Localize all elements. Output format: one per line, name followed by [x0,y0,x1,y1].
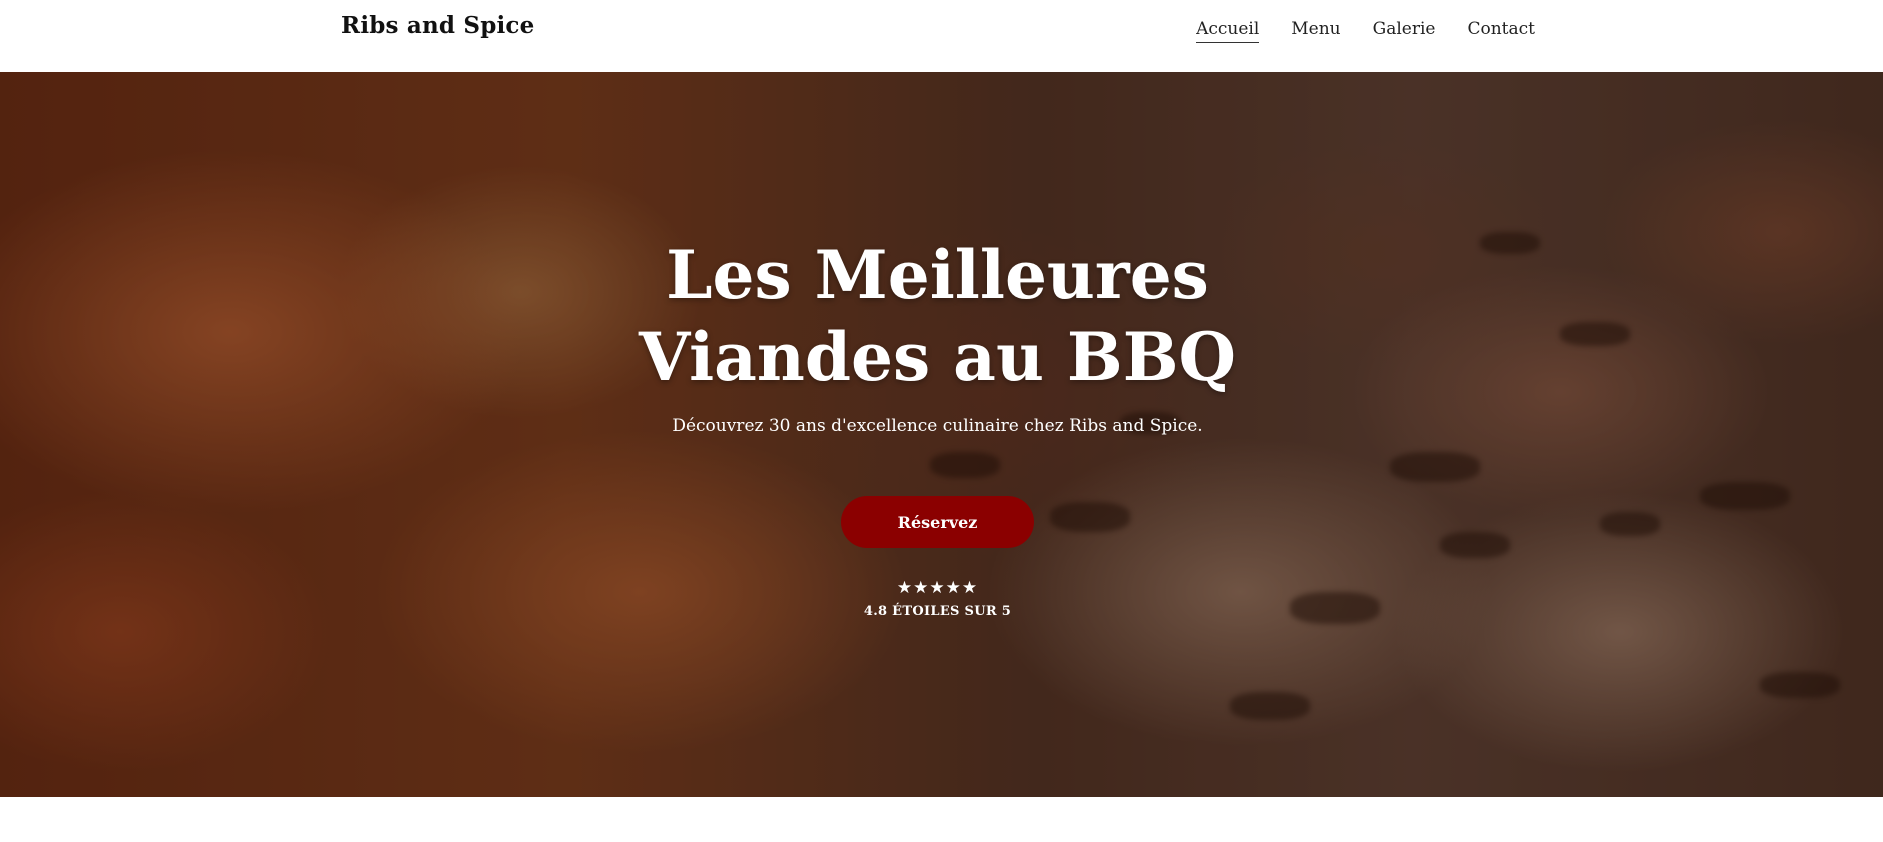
reserve-button[interactable]: Réservez [841,496,1034,548]
hero-title-line-2: Viandes au BBQ [639,318,1236,396]
hero-subtitle: Découvrez 30 ans d'excellence culinaire … [672,416,1203,436]
nav-link-accueil[interactable]: Accueil [1196,19,1260,43]
site-header: Ribs and Spice Accueil Menu Galerie Cont… [0,0,1883,72]
hero-section: Les Meilleures Viandes au BBQ Découvrez … [0,72,1883,797]
nav-link-galerie[interactable]: Galerie [1373,19,1436,43]
nav-link-contact[interactable]: Contact [1467,19,1535,43]
brand-logo[interactable]: Ribs and Spice [341,12,534,39]
nav-link-menu[interactable]: Menu [1291,19,1340,43]
star-rating-icon: ★★★★★ [896,578,979,598]
hero-title-line-1: Les Meilleures [666,236,1209,314]
main-nav: Accueil Menu Galerie Contact [1196,19,1535,43]
hero-title: Les Meilleures Viandes au BBQ [0,234,1875,398]
rating-text: 4.8 ÉTOILES SUR 5 [863,604,1012,619]
